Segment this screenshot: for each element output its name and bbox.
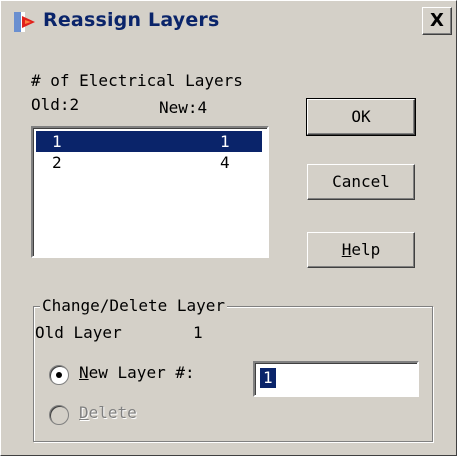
delete-mnemonic: D: [79, 403, 89, 422]
old-layer-count: Old:2: [31, 95, 80, 114]
close-button[interactable]: X: [422, 7, 452, 35]
delete-radio[interactable]: [49, 405, 69, 425]
help-button-label: elp: [351, 240, 381, 259]
help-button[interactable]: Help: [307, 232, 415, 268]
new-layer-count: New:4: [159, 98, 208, 117]
list-item-layer-2[interactable]: 2 4: [36, 152, 262, 173]
new-layer-cell: 4: [220, 153, 230, 172]
app-icon: [14, 12, 35, 32]
list-item-layer-1[interactable]: 1 1: [36, 131, 262, 152]
new-layer-input-value: 1: [260, 368, 276, 388]
delete-radio-label[interactable]: Delete: [79, 403, 137, 422]
old-layer-value: 1: [193, 323, 203, 342]
close-icon: X: [430, 10, 444, 31]
group-title: Change/Delete Layer: [40, 296, 228, 315]
new-layer-cell: 1: [220, 132, 230, 151]
new-layer-input[interactable]: 1: [253, 361, 419, 397]
delete-label-text: elete: [88, 403, 137, 422]
title-bar[interactable]: Reassign Layers X: [3, 3, 454, 39]
ok-button-label: OK: [351, 107, 371, 126]
layer-mapping-list[interactable]: 1 1 2 4: [31, 126, 269, 258]
new-layer-label-text: ew Layer #:: [88, 363, 195, 382]
help-mnemonic: H: [341, 240, 352, 259]
reassign-layers-dialog: Reassign Layers X # of Electrical Layers…: [0, 0, 457, 456]
new-layer-mnemonic: N: [79, 363, 89, 382]
ok-button[interactable]: OK: [306, 98, 416, 136]
old-layer-cell: 1: [52, 132, 62, 151]
new-layer-radio-label[interactable]: New Layer #:: [79, 363, 195, 382]
old-layer-label: Old Layer: [35, 323, 122, 342]
layers-heading: # of Electrical Layers: [31, 71, 243, 90]
old-layer-cell: 2: [52, 153, 62, 172]
cancel-button[interactable]: Cancel: [307, 164, 415, 200]
window-title: Reassign Layers: [43, 9, 220, 31]
new-layer-radio[interactable]: [49, 365, 69, 385]
radio-selected-dot: [56, 372, 62, 378]
cancel-button-label: Cancel: [332, 172, 390, 191]
